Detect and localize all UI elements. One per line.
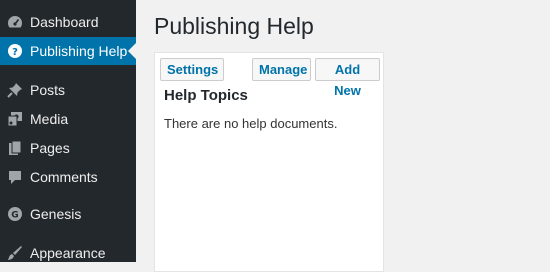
sidebar-item-label: Genesis: [30, 206, 82, 222]
sidebar-item-label: Appearance: [30, 245, 106, 261]
comment-icon: [7, 169, 23, 185]
empty-state-text: There are no help documents.: [164, 116, 338, 131]
pin-icon: [7, 82, 23, 98]
add-new-button[interactable]: Add New: [315, 58, 380, 98]
genesis-icon: G: [7, 206, 23, 222]
sidebar-item-label: Comments: [30, 169, 98, 185]
sidebar-item-posts[interactable]: Posts: [0, 76, 136, 104]
admin-sidebar: Dashboard ? Publishing Help Posts Media …: [0, 0, 136, 262]
sidebar-item-label: Posts: [30, 82, 66, 98]
sidebar-item-publishing-help[interactable]: ? Publishing Help: [0, 37, 136, 65]
active-indicator-arrow: [128, 43, 136, 59]
sidebar-item-label: Media: [30, 111, 69, 127]
sidebar-item-label: Publishing Help: [30, 43, 128, 59]
sidebar-item-label: Pages: [30, 140, 70, 156]
help-icon: ?: [7, 43, 23, 59]
svg-text:G: G: [11, 211, 18, 221]
sidebar-item-dashboard[interactable]: Dashboard: [0, 8, 136, 36]
sidebar-item-genesis[interactable]: G Genesis: [0, 200, 136, 228]
sidebar-item-comments[interactable]: Comments: [0, 163, 136, 191]
pages-icon: [7, 140, 23, 156]
help-topics-panel: Settings Manage Add New Help Topics Ther…: [154, 52, 384, 272]
sidebar-item-media[interactable]: Media: [0, 105, 136, 133]
sidebar-item-label: Dashboard: [30, 14, 99, 30]
help-topics-heading: Help Topics: [164, 87, 248, 104]
media-icon: [7, 111, 23, 127]
sidebar-item-pages[interactable]: Pages: [0, 134, 136, 162]
settings-button[interactable]: Settings: [160, 58, 224, 81]
svg-text:?: ?: [12, 47, 18, 58]
sidebar-item-appearance[interactable]: Appearance: [0, 239, 136, 267]
brush-icon: [7, 245, 23, 261]
manage-button[interactable]: Manage: [252, 58, 311, 81]
page-title: Publishing Help: [154, 13, 314, 39]
dashboard-icon: [7, 14, 23, 30]
